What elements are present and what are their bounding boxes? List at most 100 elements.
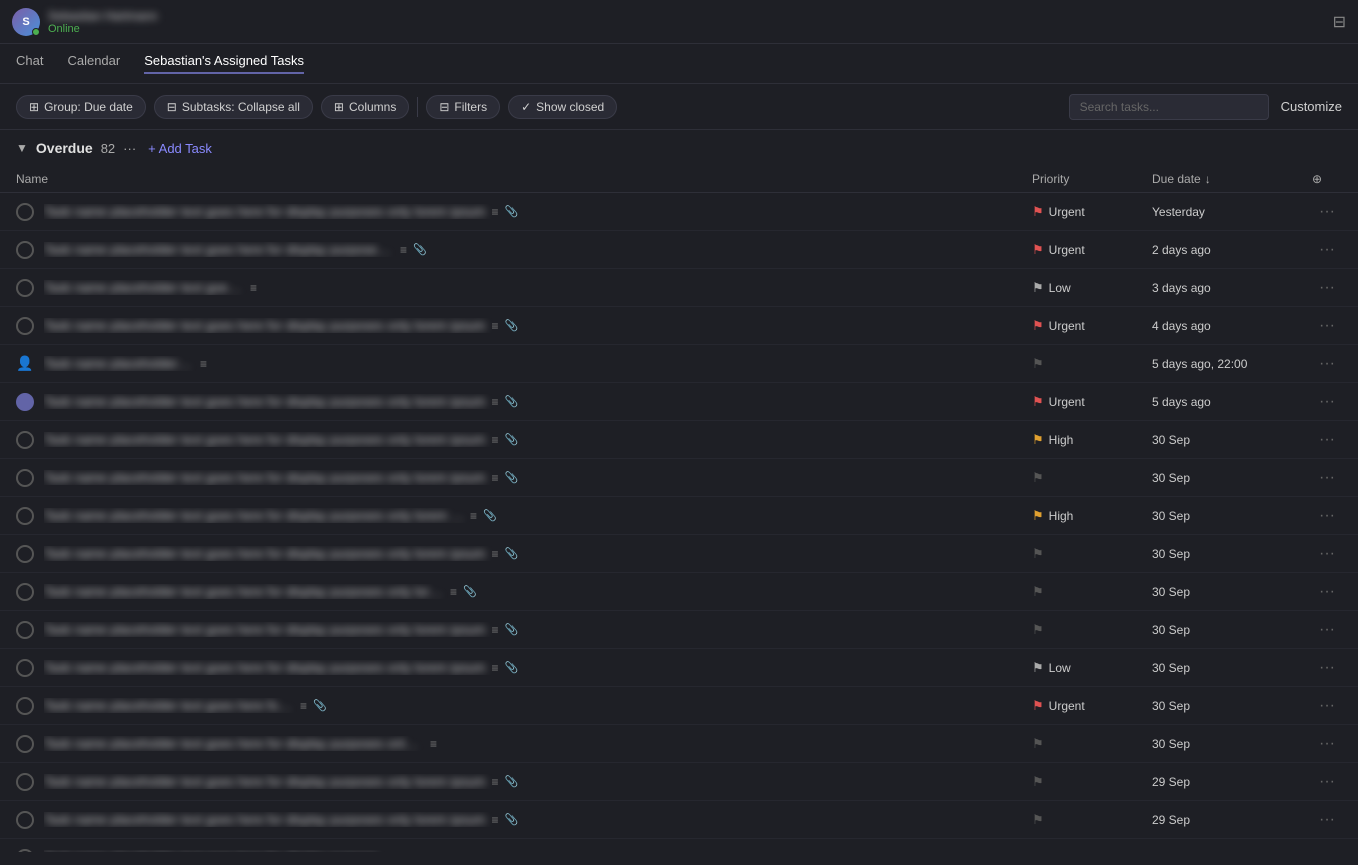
- task-checkbox[interactable]: [16, 279, 34, 297]
- task-menu-icon[interactable]: ≡: [492, 813, 499, 827]
- task-more-button[interactable]: ···: [1312, 583, 1342, 601]
- task-row[interactable]: Task name placeholder text goes here for…: [0, 801, 1358, 839]
- task-attach-icon[interactable]: 📎: [505, 775, 519, 788]
- task-row[interactable]: Task name placeholder text goes here for…: [0, 687, 1358, 725]
- task-checkbox[interactable]: [16, 659, 34, 677]
- tab-chat[interactable]: Chat: [16, 53, 43, 74]
- task-row[interactable]: Task name placeholder text goes here for…: [0, 193, 1358, 231]
- sidebar-toggle-icon[interactable]: ⊟: [1333, 14, 1346, 31]
- task-attach-icon[interactable]: 📎: [505, 433, 519, 446]
- add-task-button[interactable]: + Add Task: [148, 141, 212, 156]
- col-header-duedate[interactable]: Due date ↓: [1152, 172, 1312, 186]
- task-attach-icon[interactable]: 📎: [505, 623, 519, 636]
- task-attach-icon[interactable]: 📎: [505, 319, 519, 332]
- task-menu-icon[interactable]: ≡: [492, 775, 499, 789]
- task-attach-icon[interactable]: 📎: [483, 509, 497, 522]
- task-attach-icon[interactable]: 📎: [505, 205, 519, 218]
- task-more-button[interactable]: ···: [1312, 431, 1342, 449]
- task-row[interactable]: Task name placeholder text goes here for…: [0, 535, 1358, 573]
- task-row[interactable]: Task name placeholder text goes here for…: [0, 497, 1358, 535]
- task-more-button[interactable]: ···: [1312, 355, 1342, 373]
- task-attach-icon[interactable]: 📎: [505, 547, 519, 560]
- task-checkbox[interactable]: [16, 583, 34, 601]
- task-more-button[interactable]: ···: [1312, 659, 1342, 677]
- tab-assigned-tasks[interactable]: Sebastian's Assigned Tasks: [144, 53, 304, 74]
- task-more-button[interactable]: ···: [1312, 773, 1342, 791]
- task-checkbox[interactable]: [16, 203, 34, 221]
- task-row[interactable]: 👤Task name placeholder text goes here fo…: [0, 345, 1358, 383]
- task-menu-icon[interactable]: ≡: [470, 509, 477, 523]
- task-row[interactable]: Task name placeholder text goes here for…: [0, 421, 1358, 459]
- task-attach-icon[interactable]: 📎: [505, 813, 519, 826]
- task-menu-icon[interactable]: ≡: [250, 281, 257, 295]
- tab-calendar[interactable]: Calendar: [67, 53, 120, 74]
- filters-button[interactable]: ⊟ Filters: [426, 95, 500, 119]
- task-row[interactable]: Task name placeholder text goes here for…: [0, 763, 1358, 801]
- task-menu-icon[interactable]: ≡: [492, 395, 499, 409]
- task-row[interactable]: Task name placeholder text goes here for…: [0, 725, 1358, 763]
- task-attach-icon[interactable]: 📎: [463, 585, 477, 598]
- task-attach-icon[interactable]: 📎: [505, 471, 519, 484]
- task-more-button[interactable]: ···: [1312, 621, 1342, 639]
- col-header-add[interactable]: ⊕: [1312, 172, 1342, 186]
- task-more-button[interactable]: ···: [1312, 393, 1342, 411]
- task-menu-icon[interactable]: ≡: [492, 547, 499, 561]
- col-header-priority[interactable]: Priority: [1032, 172, 1152, 186]
- task-menu-icon[interactable]: ≡: [400, 243, 407, 257]
- task-checkbox[interactable]: [16, 507, 34, 525]
- task-row[interactable]: Task name placeholder text goes here for…: [0, 459, 1358, 497]
- task-more-button[interactable]: ···: [1312, 697, 1342, 715]
- task-more-button[interactable]: ···: [1312, 811, 1342, 829]
- task-more-button[interactable]: ···: [1312, 735, 1342, 753]
- task-row[interactable]: Task name placeholder text goes here for…: [0, 307, 1358, 345]
- customize-button[interactable]: Customize: [1281, 99, 1342, 114]
- section-toggle-icon[interactable]: ▼: [16, 141, 28, 155]
- task-checkbox[interactable]: [16, 469, 34, 487]
- task-row[interactable]: Task name placeholder text goes here for…: [0, 573, 1358, 611]
- task-menu-icon[interactable]: ≡: [492, 433, 499, 447]
- task-checkbox[interactable]: [16, 317, 34, 335]
- task-more-button[interactable]: ···: [1312, 545, 1342, 563]
- task-row[interactable]: Task name placeholder text goes here for…: [0, 383, 1358, 421]
- task-attach-icon[interactable]: 📎: [413, 243, 427, 256]
- task-menu-icon[interactable]: ≡: [400, 851, 407, 853]
- task-checkbox[interactable]: [16, 773, 34, 791]
- task-row[interactable]: Task name placeholder text goes here for…: [0, 231, 1358, 269]
- task-menu-icon[interactable]: ≡: [200, 357, 207, 371]
- task-menu-icon[interactable]: ≡: [430, 737, 437, 751]
- task-checkbox[interactable]: 👤: [16, 355, 34, 373]
- task-checkbox[interactable]: [16, 431, 34, 449]
- task-row[interactable]: Task name placeholder text goes here for…: [0, 269, 1358, 307]
- task-checkbox[interactable]: [16, 697, 34, 715]
- columns-button[interactable]: ⊞ Columns: [321, 95, 409, 119]
- task-checkbox[interactable]: [16, 621, 34, 639]
- task-checkbox[interactable]: [16, 545, 34, 563]
- task-more-button[interactable]: ···: [1312, 203, 1342, 221]
- subtasks-button[interactable]: ⊟ Subtasks: Collapse all: [154, 95, 313, 119]
- task-checkbox[interactable]: [16, 241, 34, 259]
- group-by-button[interactable]: ⊞ Group: Due date: [16, 95, 146, 119]
- task-checkbox[interactable]: [16, 735, 34, 753]
- task-row[interactable]: Task name placeholder text goes here for…: [0, 649, 1358, 687]
- task-more-button[interactable]: ···: [1312, 279, 1342, 297]
- task-menu-icon[interactable]: ≡: [300, 699, 307, 713]
- task-menu-icon[interactable]: ≡: [492, 661, 499, 675]
- task-more-button[interactable]: ···: [1312, 241, 1342, 259]
- search-input[interactable]: [1069, 94, 1269, 120]
- task-more-button[interactable]: ···: [1312, 849, 1342, 853]
- section-more-icon[interactable]: ···: [123, 141, 136, 156]
- show-closed-button[interactable]: ✓ Show closed: [508, 95, 617, 119]
- task-menu-icon[interactable]: ≡: [492, 319, 499, 333]
- task-more-button[interactable]: ···: [1312, 317, 1342, 335]
- task-checkbox[interactable]: [16, 849, 34, 853]
- task-more-button[interactable]: ···: [1312, 469, 1342, 487]
- task-row[interactable]: Task name placeholder text goes here for…: [0, 839, 1358, 852]
- task-menu-icon[interactable]: ≡: [492, 471, 499, 485]
- task-checkbox[interactable]: [16, 811, 34, 829]
- task-row[interactable]: Task name placeholder text goes here for…: [0, 611, 1358, 649]
- task-more-button[interactable]: ···: [1312, 507, 1342, 525]
- task-checkbox[interactable]: [16, 393, 34, 411]
- task-attach-icon[interactable]: 📎: [313, 699, 327, 712]
- task-attach-icon[interactable]: 📎: [505, 395, 519, 408]
- task-menu-icon[interactable]: ≡: [492, 623, 499, 637]
